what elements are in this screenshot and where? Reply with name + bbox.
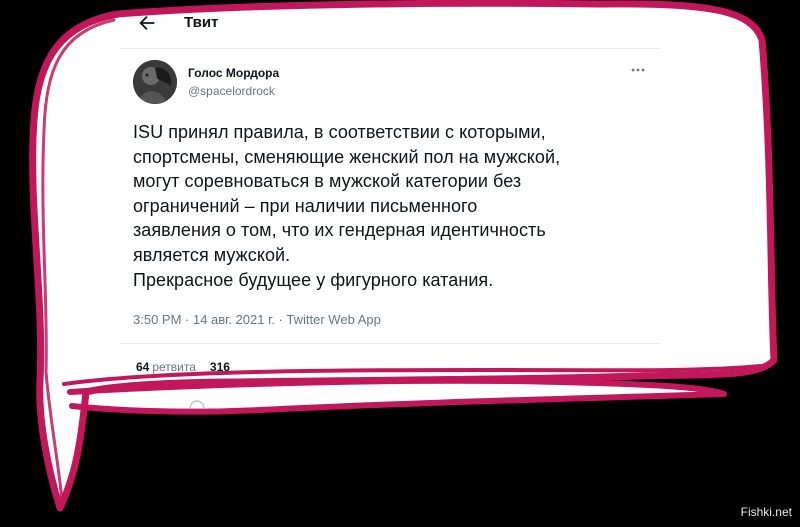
- retweets-label[interactable]: ретвита: [152, 360, 196, 374]
- author-name[interactable]: Голос Мордора: [188, 66, 279, 80]
- author-handle[interactable]: @spacelordrock: [188, 84, 275, 98]
- avatar[interactable]: [133, 60, 177, 104]
- reply-icon[interactable]: [188, 400, 206, 410]
- ellipsis-icon[interactable]: [630, 66, 646, 74]
- tweet-timestamp[interactable]: 3:50 PM · 14 авг. 2021 г. · Twitter Web …: [133, 312, 381, 327]
- header-divider: [120, 48, 660, 49]
- arrow-left-icon[interactable]: [136, 12, 158, 34]
- retweets-count[interactable]: 64: [136, 360, 149, 374]
- watermark: Fishki.net: [740, 505, 792, 519]
- likes-count[interactable]: 316: [210, 360, 230, 374]
- meta-divider: [120, 343, 660, 344]
- tweet-text: ISU принял правила, в соответствии с кот…: [133, 122, 561, 290]
- page-title: Твит: [184, 14, 219, 31]
- tweet-stats: 64 ретвита 316: [136, 360, 230, 374]
- avatar-image: [133, 60, 177, 104]
